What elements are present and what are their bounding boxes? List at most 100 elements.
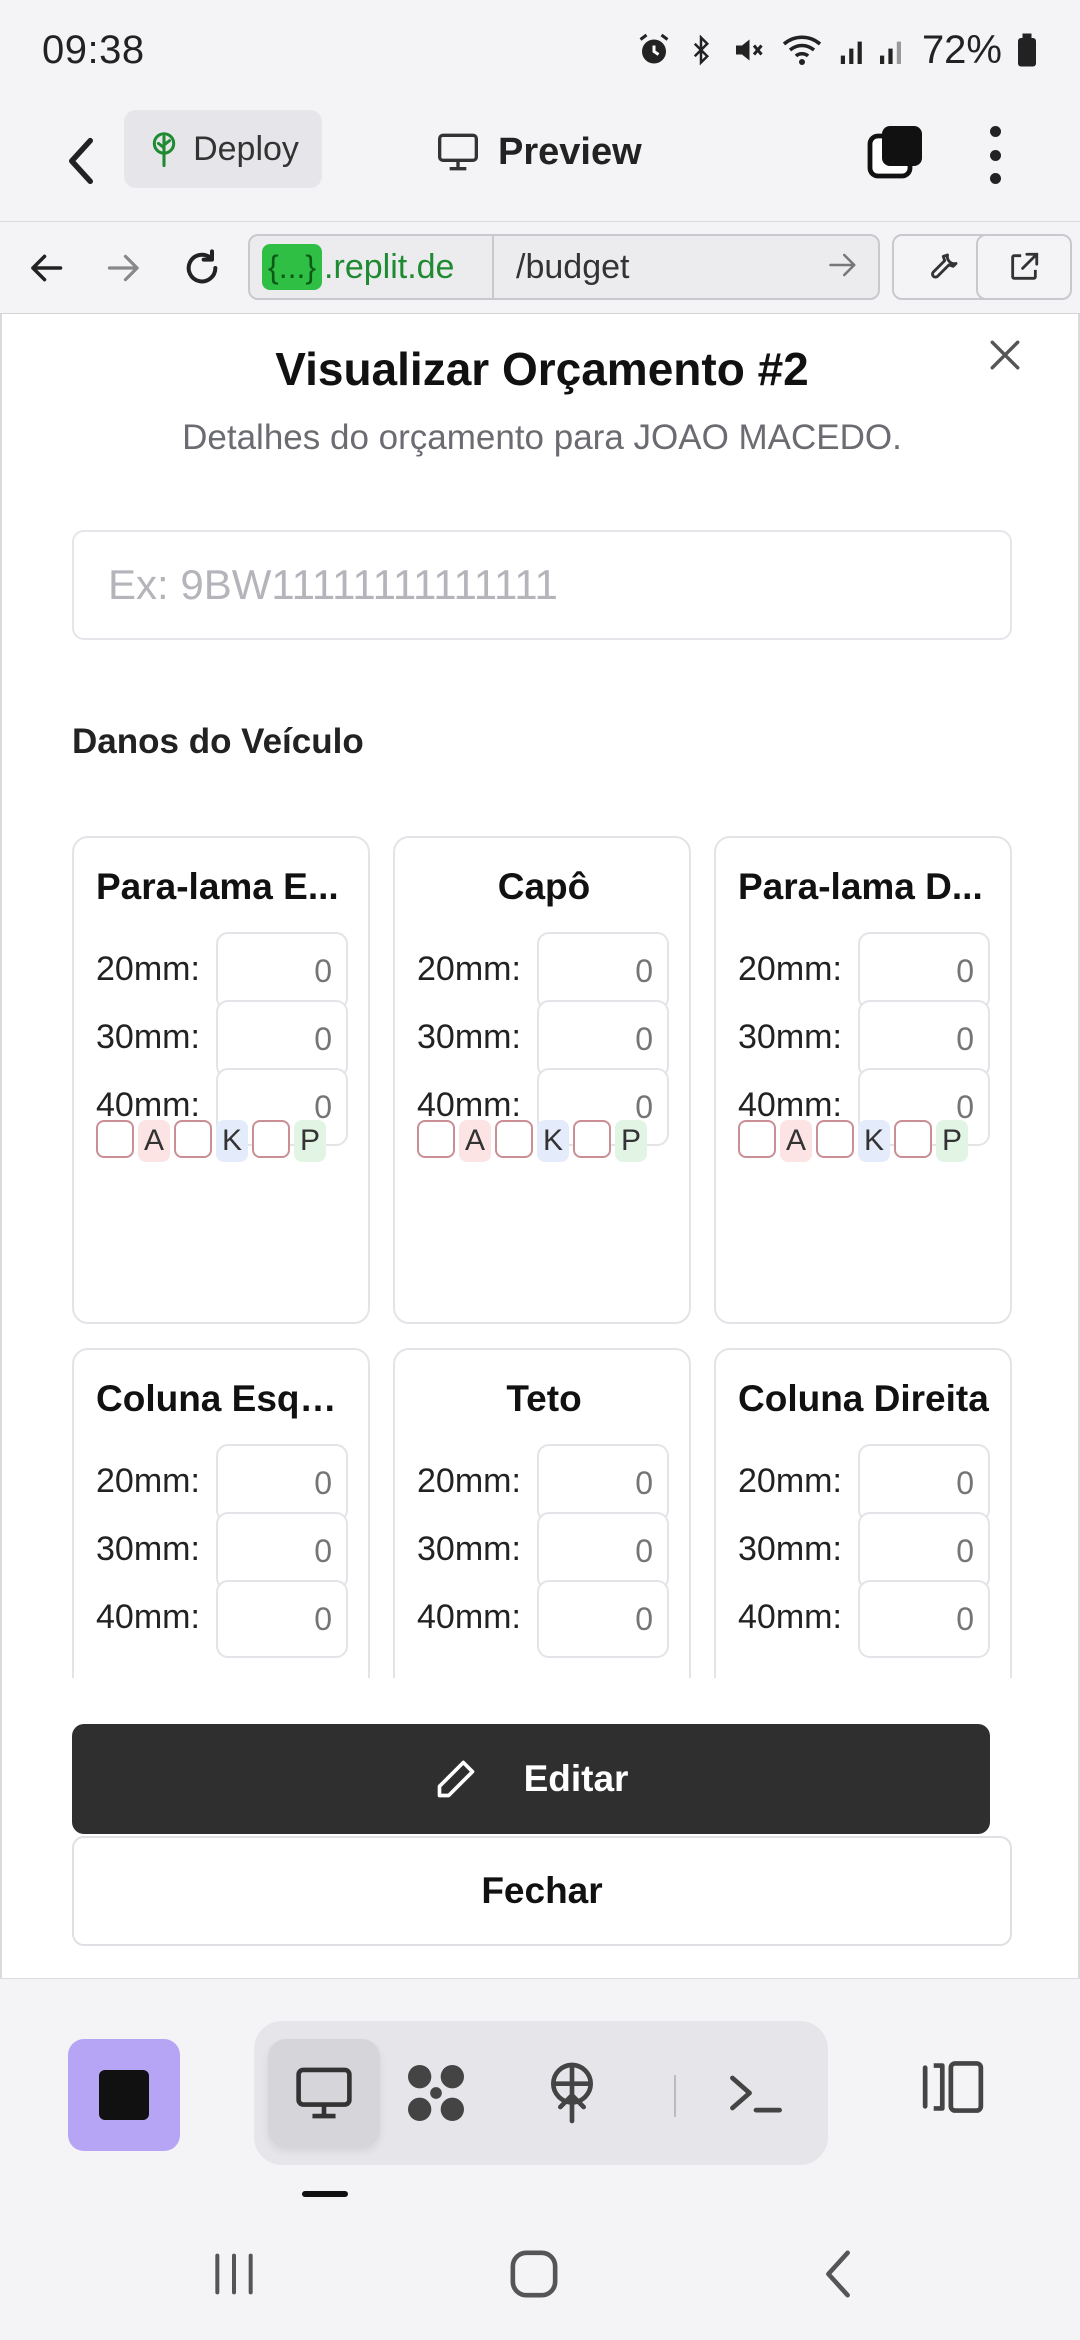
deployments-tab-button[interactable] (516, 2039, 628, 2147)
row-label-30mm: 30mm: (417, 1530, 521, 1568)
row-label-20mm: 20mm: (417, 1462, 521, 1500)
kebab-menu-icon[interactable] (980, 120, 1010, 190)
input-40mm[interactable] (858, 1580, 990, 1658)
split-view-icon[interactable] (920, 2057, 986, 2117)
checkbox-p[interactable] (894, 1120, 933, 1158)
flag-label-a: A (459, 1120, 492, 1162)
deploy-button[interactable]: Deploy (124, 110, 322, 188)
damage-card: Teto 20mm: 30mm: 40mm: (393, 1348, 691, 1678)
checkbox-k[interactable] (816, 1120, 855, 1158)
flag-label-k: K (858, 1120, 891, 1162)
input-30mm[interactable] (216, 1512, 348, 1590)
checkbox-p[interactable] (252, 1120, 291, 1158)
flag-label-p: P (615, 1120, 648, 1162)
row-label-20mm: 20mm: (96, 1462, 200, 1500)
workspace-tab-button[interactable] (380, 2039, 492, 2147)
console-tab-button[interactable] (700, 2039, 812, 2147)
back-chevron-icon[interactable] (56, 126, 106, 196)
row-label-30mm: 30mm: (96, 1018, 200, 1056)
row-label-30mm: 30mm: (96, 1530, 200, 1568)
damage-card: Coluna Direita 20mm: 30mm: 40mm: (714, 1348, 1012, 1678)
card-title: Para-lama D... (738, 866, 983, 907)
flag-label-p: P (936, 1120, 969, 1162)
deploy-icon (551, 2062, 593, 2124)
battery-percent: 72% (921, 27, 1002, 72)
checkbox-a[interactable] (417, 1120, 455, 1158)
checkbox-k[interactable] (174, 1120, 213, 1158)
checkbox-k[interactable] (495, 1120, 534, 1158)
card-title: Capô (497, 866, 591, 907)
input-20mm[interactable] (858, 932, 990, 1010)
row-label-30mm: 30mm: (738, 1530, 842, 1568)
checkbox-a[interactable] (96, 1120, 134, 1158)
row-label-30mm: 30mm: (417, 1018, 521, 1056)
home-icon[interactable] (494, 2244, 574, 2304)
edit-button[interactable]: Editar (72, 1724, 990, 1834)
flag-label-k: K (537, 1120, 570, 1162)
edit-label: Editar (523, 1758, 629, 1799)
input-20mm[interactable] (216, 1444, 348, 1522)
dock-tool-group (254, 2021, 828, 2165)
back-icon[interactable] (798, 2244, 878, 2304)
card-title: Coluna Direita (738, 1378, 989, 1419)
close-button[interactable]: Fechar (72, 1836, 1012, 1946)
modal-title: Visualizar Orçamento #2 (275, 343, 809, 395)
pencil-icon (437, 1760, 474, 1798)
bluetooth-icon (693, 34, 709, 66)
flag-label-a: A (780, 1120, 813, 1162)
preview-tab-button[interactable] (268, 2039, 380, 2147)
flag-label-a: A (138, 1120, 171, 1162)
row-label-40mm: 40mm: (738, 1598, 842, 1636)
row-label-20mm: 20mm: (96, 950, 200, 988)
url-path: /budget (516, 247, 630, 286)
flag-row: A K P (738, 1120, 972, 1162)
input-40mm[interactable] (216, 1580, 348, 1658)
url-host: .replit.de (324, 247, 455, 286)
workspace-icon (408, 2065, 464, 2121)
alarm-icon (639, 33, 669, 64)
input-40mm[interactable] (537, 1580, 669, 1658)
url-bar[interactable]: {...} .replit.de /budget (248, 234, 880, 300)
checkbox-a[interactable] (738, 1120, 776, 1158)
input-20mm[interactable] (858, 1444, 990, 1522)
preview-title: Preview (436, 124, 642, 180)
battery-icon (1018, 33, 1036, 67)
go-arrow-icon[interactable] (828, 250, 858, 280)
arrow-left-icon[interactable] (20, 242, 72, 294)
mute-icon (735, 39, 763, 61)
url-path-field[interactable]: /budget (492, 236, 878, 298)
damage-card: Para-lama D... 20mm: 30mm: 40mm: A K P (714, 836, 1012, 1324)
vin-input[interactable] (72, 530, 1012, 640)
input-30mm[interactable] (858, 1000, 990, 1078)
input-30mm[interactable] (537, 1512, 669, 1590)
stop-button[interactable] (68, 2039, 180, 2151)
input-30mm[interactable] (537, 1000, 669, 1078)
damage-section-title: Danos do Veículo (72, 722, 364, 761)
recents-icon[interactable] (194, 2244, 274, 2304)
row-label-20mm: 20mm: (738, 1462, 842, 1500)
tabs-icon[interactable] (866, 122, 926, 182)
row-label-40mm: 40mm: (96, 1598, 200, 1636)
row-label-20mm: 20mm: (738, 950, 842, 988)
preview-label: Preview (498, 130, 642, 173)
input-20mm[interactable] (537, 1444, 669, 1522)
checkbox-p[interactable] (573, 1120, 612, 1158)
row-label-20mm: 20mm: (417, 950, 521, 988)
active-tab-indicator (302, 2191, 348, 2197)
flag-row: A K P (417, 1120, 651, 1162)
open-external-button[interactable] (976, 234, 1072, 300)
input-30mm[interactable] (858, 1512, 990, 1590)
input-30mm[interactable] (216, 1000, 348, 1078)
input-20mm[interactable] (216, 932, 348, 1010)
url-badge: {...} (262, 244, 323, 290)
reload-icon[interactable] (176, 242, 228, 294)
card-title: Teto (506, 1378, 582, 1419)
damage-grid[interactable]: Para-lama E... 20mm: 30mm: 40mm: A K P C… (2, 812, 1080, 1678)
flag-label-k: K (216, 1120, 249, 1162)
modal-subtitle: Detalhes do orçamento para JOAO MACEDO. (182, 418, 902, 457)
wifi-icon (782, 35, 822, 65)
flag-label-p: P (294, 1120, 327, 1162)
arrow-right-icon[interactable] (98, 242, 150, 294)
input-20mm[interactable] (537, 932, 669, 1010)
card-title: Coluna Esqu... (96, 1378, 350, 1419)
